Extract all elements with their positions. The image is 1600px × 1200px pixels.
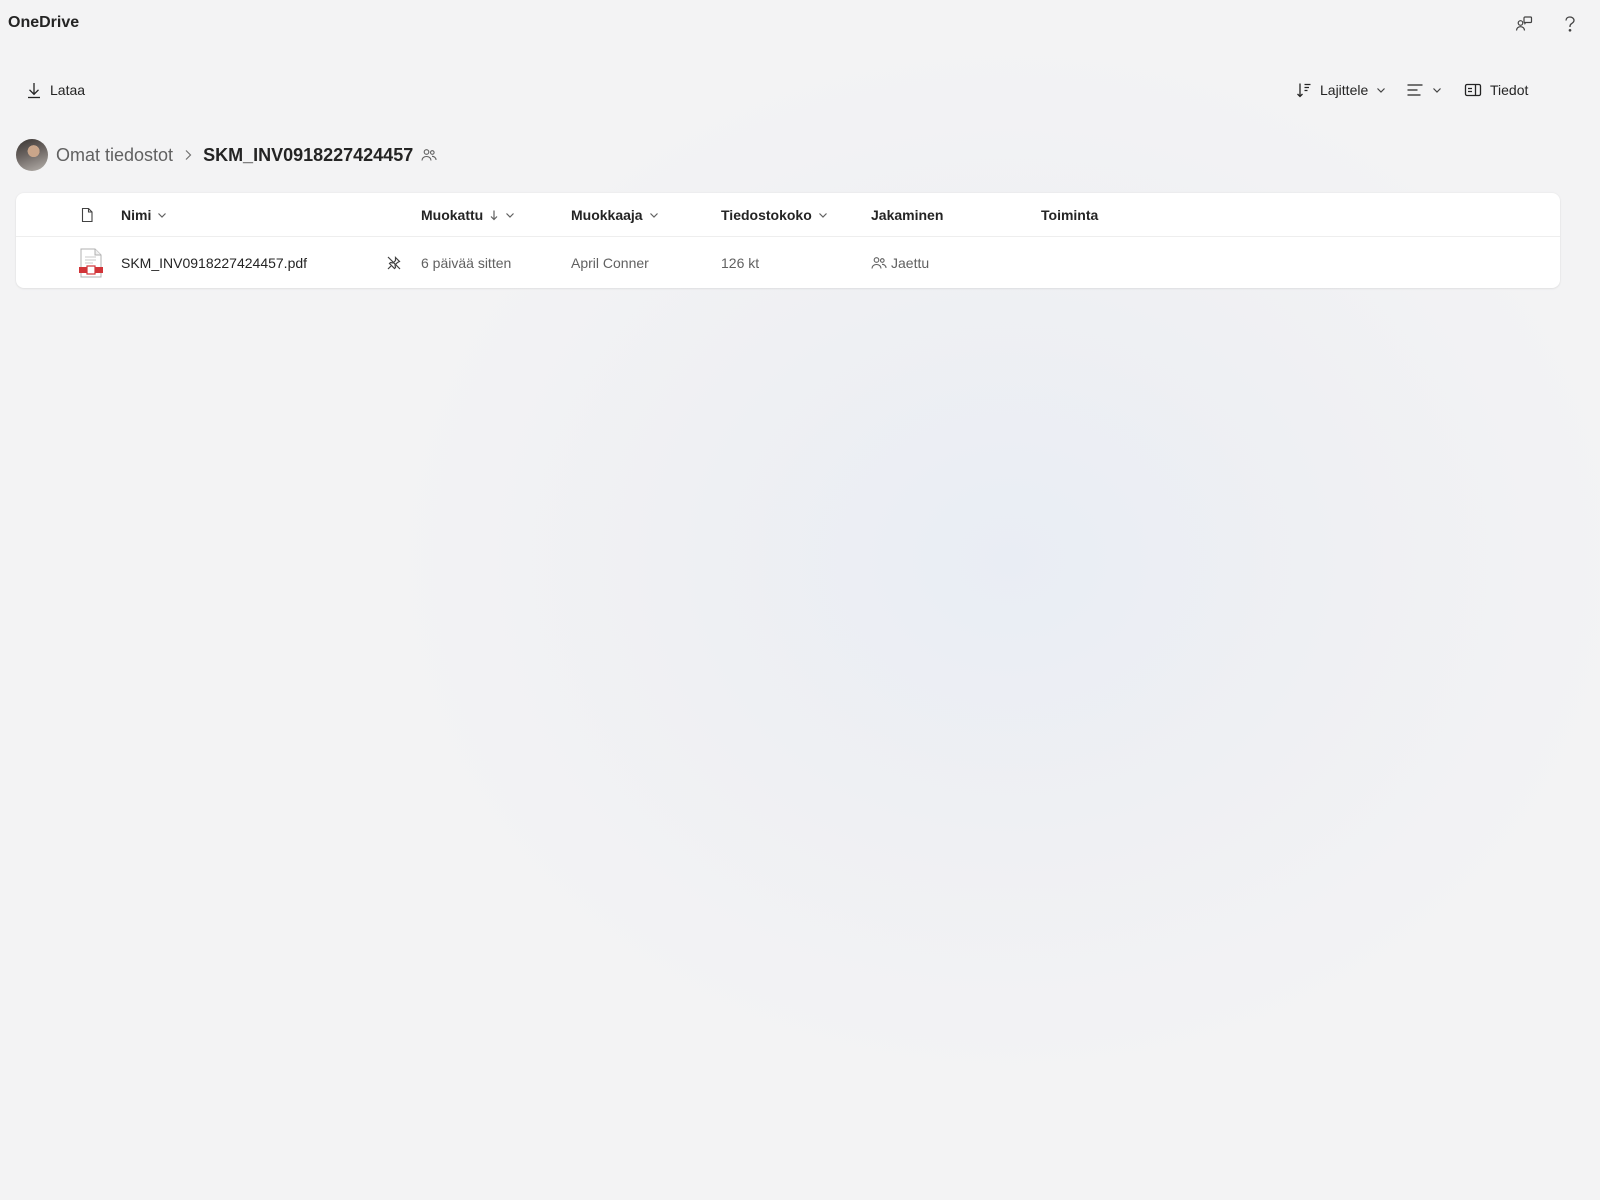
column-size-label: Tiedostokoko [721,207,812,223]
view-options-button[interactable] [1398,72,1450,108]
details-label: Tiedot [1490,82,1529,98]
file-modified: 6 päivää sitten [421,255,512,271]
list-view-icon [1407,84,1423,96]
file-sharing-label: Jaettu [891,255,930,271]
sort-descending-icon [490,210,498,221]
sort-icon [1297,83,1311,98]
column-header-activity[interactable]: Toiminta [1041,193,1098,237]
column-header-size[interactable]: Tiedostokoko [721,193,828,237]
file-list-header: Nimi Muokattu Muokkaaja Tiedostokoko Jak… [16,193,1560,237]
column-name-label: Nimi [121,207,152,223]
shared-people-icon[interactable] [421,148,437,162]
column-header-name[interactable]: Nimi [121,193,167,237]
top-right-actions [1510,12,1584,36]
column-header-sharing[interactable]: Jakaminen [871,193,943,237]
chevron-down-icon [506,213,515,218]
table-row[interactable]: SKM_INV0918227424457.pdf 6 päivää sitten… [16,238,1560,288]
chevron-down-icon [1433,88,1441,93]
feedback-icon[interactable] [1510,12,1538,36]
chevron-down-icon [1377,88,1386,93]
details-button[interactable]: Tiedot [1456,72,1536,108]
column-header-modified[interactable]: Muokattu [421,193,515,237]
unpin-icon[interactable] [386,238,402,288]
download-label: Lataa [50,82,86,98]
details-pane-icon [1464,83,1482,97]
app-title: OneDrive [8,14,80,31]
file-list: Nimi Muokattu Muokkaaja Tiedostokoko Jak… [16,193,1560,288]
column-modified-label: Muokattu [421,207,484,223]
download-button[interactable]: Lataa [18,72,93,108]
sort-label: Lajittele [1320,82,1369,98]
file-type-column-header[interactable] [80,193,94,237]
chevron-down-icon [818,213,827,218]
file-size: 126 kt [721,255,760,271]
file-modified-by[interactable]: April Conner [571,238,649,288]
command-bar: Lataa Lajittele Tiedot [0,72,1600,108]
help-icon[interactable] [1556,12,1584,36]
download-icon [28,83,40,99]
breadcrumb-root[interactable]: Omat tiedostot [56,145,173,166]
shared-people-icon [871,257,887,269]
chevron-right-icon [183,149,193,161]
column-sharing-label: Jakaminen [871,207,944,223]
breadcrumb-current: SKM_INV0918227424457 [203,144,414,165]
avatar [16,139,48,171]
chevron-down-icon [649,213,658,218]
pdf-file-icon [78,238,104,288]
file-sharing[interactable]: Jaettu [871,238,929,288]
breadcrumb: Omat tiedostot SKM_INV0918227424457 [16,138,437,172]
document-icon [81,207,93,223]
sort-button[interactable]: Lajittele [1288,72,1394,108]
column-activity-label: Toiminta [1041,207,1099,223]
column-modified-by-label: Muokkaaja [571,207,643,223]
column-header-modified-by[interactable]: Muokkaaja [571,193,659,237]
file-name[interactable]: SKM_INV0918227424457.pdf [121,238,307,288]
chevron-down-icon [158,213,167,218]
